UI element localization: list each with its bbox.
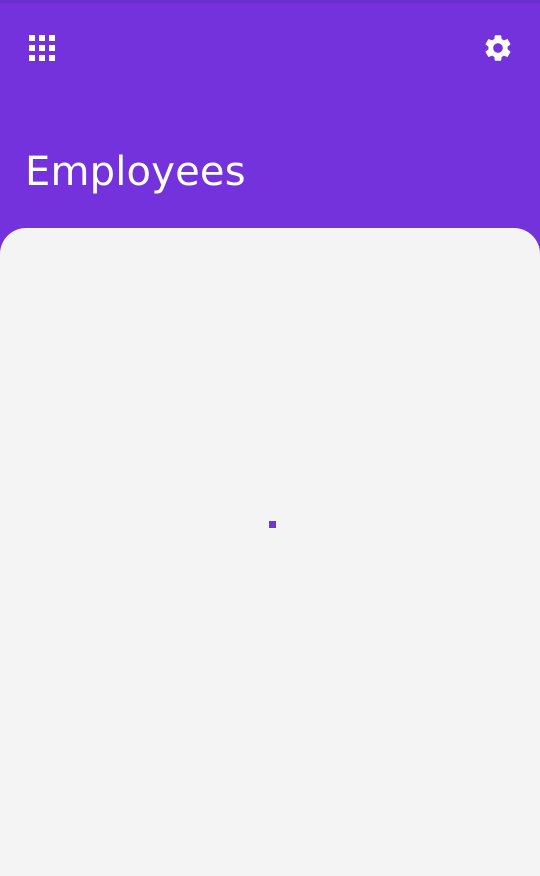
page-title: Employees [25,149,246,195]
apps-button[interactable] [18,24,66,72]
status-bar-shade [0,0,540,3]
loading-spinner-icon [269,521,276,528]
content-panel [0,228,540,876]
gear-icon [485,35,511,61]
app-screen: Employees [0,0,540,876]
settings-button[interactable] [474,24,522,72]
apps-grid-icon [29,35,55,61]
